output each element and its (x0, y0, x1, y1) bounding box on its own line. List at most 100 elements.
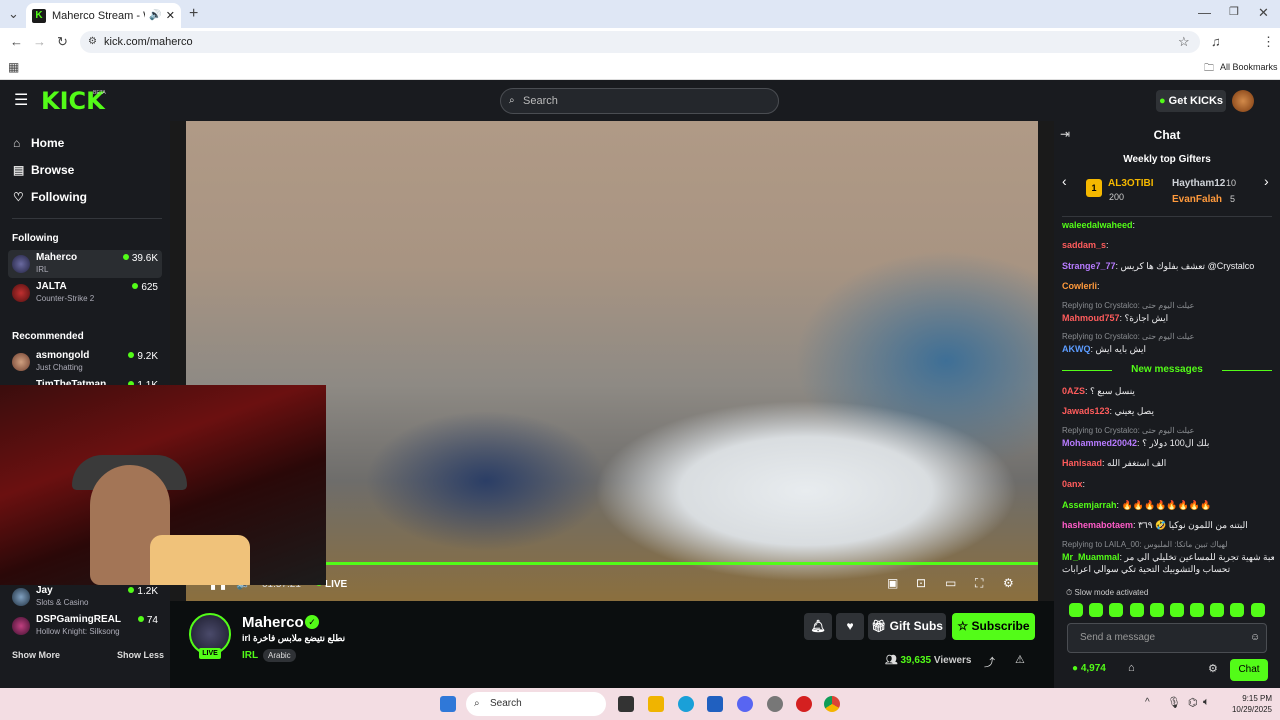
gifter-name[interactable]: EvanFalah (1172, 194, 1222, 205)
user-avatar[interactable] (1232, 90, 1254, 112)
streamer-name[interactable]: Maherco (242, 614, 304, 631)
emote-quick[interactable] (1230, 603, 1244, 617)
show-less-button[interactable]: Show Less (117, 650, 164, 660)
chat-username[interactable]: saddam_s (1062, 240, 1106, 250)
store-icon[interactable] (707, 696, 723, 712)
app-icon[interactable] (796, 696, 812, 712)
gifter-name[interactable]: Haytham12 (1172, 178, 1225, 189)
site-info-icon[interactable]: ⚙ (88, 31, 97, 53)
chat-input[interactable]: Send a message ☺ (1067, 623, 1267, 653)
bookmark-star-icon[interactable]: ☆ (1178, 34, 1190, 50)
following-channel-jalta[interactable]: JALTA Counter-Strike 2 625 (8, 279, 162, 307)
nav-following[interactable]: ♡ Following (13, 190, 87, 204)
wifi-icon[interactable]: ⌬ (1188, 696, 1198, 709)
share-icon[interactable]: ⤴ (984, 654, 995, 670)
back-icon[interactable]: ← (10, 34, 23, 49)
top-gifter-name[interactable]: AL3OTIBI (1108, 178, 1154, 189)
gifters-next-icon[interactable]: › (1264, 173, 1269, 189)
recommended-channel-dspgamingreal[interactable]: DSPGamingREAL Hollow Knight: Silksong 74 (8, 612, 162, 640)
clip-icon[interactable]: ⊡ (916, 576, 926, 590)
fullscreen-icon[interactable]: ⛶ (975, 576, 983, 591)
stream-category[interactable]: IRL (242, 650, 258, 661)
get-kicks-button[interactable]: ● Get KICKs (1156, 90, 1226, 112)
kicks-balance[interactable]: ● 4,974 (1072, 663, 1106, 674)
apps-grid-icon[interactable]: ▦ (8, 60, 19, 74)
file-explorer-icon[interactable] (648, 696, 664, 712)
forward-icon[interactable]: → (33, 34, 46, 49)
recommended-channel-asmongold[interactable]: asmongold Just Chatting 9.2K (8, 348, 162, 376)
search-input[interactable]: ⌕ Search (500, 88, 779, 114)
close-window-icon[interactable]: ✕ (1258, 5, 1269, 21)
chat-username[interactable]: hashemabotaem (1062, 520, 1133, 530)
reload-icon[interactable]: ↻ (57, 34, 68, 50)
settings-icon[interactable]: ⚙ (1003, 576, 1014, 590)
chat-username[interactable]: 0AZS (1062, 386, 1085, 396)
discord-icon[interactable] (737, 696, 753, 712)
reply-context[interactable]: Replying to Crystalco: عيلت اليوم حتى (1062, 301, 1194, 310)
reply-context[interactable]: Replying to LAILA_00: لهياك تبين ماتكا: … (1062, 540, 1228, 549)
chat-username[interactable]: Assemjarrah (1062, 500, 1117, 510)
emote-quick[interactable] (1069, 603, 1083, 617)
emote-quick[interactable] (1251, 603, 1265, 617)
follow-button[interactable]: ♥ (836, 613, 864, 640)
emote-quick[interactable] (1190, 603, 1204, 617)
nav-browse[interactable]: ▤ Browse (13, 163, 74, 177)
chat-username[interactable]: Mr_Muammal (1062, 552, 1120, 562)
minimize-icon[interactable]: — (1198, 5, 1211, 20)
emote-quick[interactable] (1089, 603, 1103, 617)
reply-context[interactable]: Replying to Crystalco: عيلت اليوم حتى (1062, 332, 1194, 341)
media-icon[interactable]: ♫ (1211, 34, 1221, 49)
emote-quick[interactable] (1210, 603, 1224, 617)
subscribe-button[interactable]: ☆ Subscribe (952, 613, 1035, 640)
system-clock[interactable]: 9:15 PM 10/29/2025 (1222, 693, 1272, 715)
new-messages-divider[interactable]: New messages (1062, 364, 1272, 375)
recommended-channel-jay[interactable]: Jay Slots & Casino 1.2K (8, 583, 162, 611)
hamburger-menu-icon[interactable]: ☰ (14, 90, 28, 110)
windows-start-icon[interactable] (440, 696, 456, 712)
taskbar-search[interactable]: ⌕ Search (466, 692, 606, 716)
settings-app-icon[interactable] (767, 696, 783, 712)
all-bookmarks[interactable]: All Bookmarks (1220, 62, 1278, 72)
chat-username[interactable]: Mohammed20042 (1062, 438, 1137, 448)
tab-audio-icon[interactable]: 🔊 (149, 10, 161, 21)
chat-username[interactable]: AKWQ (1062, 344, 1091, 354)
new-tab-icon[interactable]: + (189, 5, 198, 23)
emoji-icon[interactable]: ☺ (1250, 624, 1260, 652)
edge-icon[interactable] (678, 696, 694, 712)
emote-quick[interactable] (1170, 603, 1184, 617)
send-chat-button[interactable]: Chat (1230, 659, 1268, 681)
theater-mode-icon[interactable]: ▭ (945, 576, 956, 590)
store-icon[interactable]: ⌂ (1128, 662, 1135, 674)
restore-icon[interactable]: ❐ (1229, 5, 1239, 18)
task-view-icon[interactable] (618, 696, 634, 712)
emote-quick[interactable] (1109, 603, 1123, 617)
speaker-icon[interactable]: 🔈︎ (1203, 696, 1210, 709)
notification-button[interactable]: 🔔︎ (804, 613, 832, 640)
mic-icon[interactable]: 🎙︎ (1167, 696, 1181, 709)
chat-username[interactable]: Hanisaad (1062, 458, 1102, 468)
emote-quick[interactable] (1150, 603, 1164, 617)
chat-username[interactable]: Strange7_77 (1062, 261, 1116, 271)
chat-username[interactable]: 0anx (1062, 479, 1083, 489)
browser-tab[interactable]: K Maherco Stream - Watch Li 🔊 ✕ (26, 3, 181, 28)
emote-quick[interactable] (1130, 603, 1144, 617)
following-channel-maherco[interactable]: Maherco IRL 39.6K (8, 250, 162, 278)
tray-chevron-icon[interactable]: ^ (1145, 697, 1150, 708)
tab-menu-icon[interactable]: ⌄ (8, 6, 19, 22)
nav-home[interactable]: ⌂ Home (13, 136, 64, 150)
language-tag[interactable]: Arabic (263, 649, 296, 662)
url-field[interactable]: ⚙ kick.com/maherco (80, 31, 1200, 53)
chat-username[interactable]: Mahmoud757 (1062, 313, 1120, 323)
miniplayer-icon[interactable]: ▣ (887, 576, 898, 590)
show-more-button[interactable]: Show More (12, 650, 60, 660)
browser-menu-icon[interactable]: ⋮ (1262, 34, 1275, 50)
chat-username[interactable]: Cowlerli (1062, 281, 1097, 291)
chat-username[interactable]: waleedalwaheed (1062, 220, 1133, 230)
chat-settings-icon[interactable]: ⚙ (1208, 662, 1218, 675)
report-icon[interactable]: ⚠ (1015, 653, 1025, 666)
chat-username[interactable]: Jawads123 (1062, 406, 1110, 416)
reply-context[interactable]: Replying to Crystalco: عيلت اليوم حتى (1062, 426, 1194, 435)
gift-subs-button[interactable]: 🎁︎ Gift Subs (868, 613, 946, 640)
gifters-prev-icon[interactable]: ‹ (1062, 173, 1067, 189)
tab-close-icon[interactable]: ✕ (166, 9, 175, 22)
